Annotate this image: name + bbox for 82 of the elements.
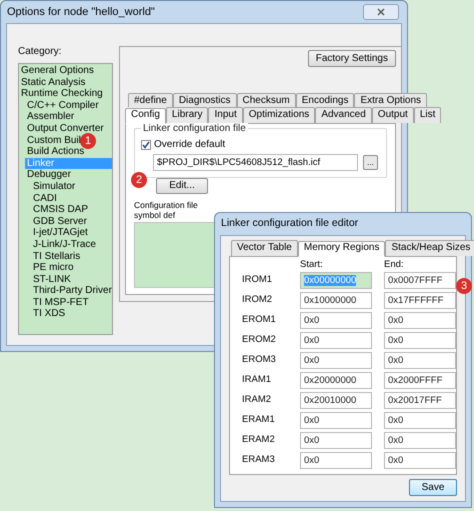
end-field[interactable]: 0x0007FFFF	[384, 272, 456, 288]
category-item[interactable]: PE micro	[31, 262, 76, 274]
start-field[interactable]: 0x0	[300, 352, 372, 368]
tab[interactable]: Optimizations	[242, 107, 316, 123]
checkbox-label: Override default	[154, 139, 226, 151]
category-item[interactable]: Runtime Checking	[19, 88, 105, 100]
category-item[interactable]: Custom Buil	[25, 134, 83, 146]
category-item[interactable]: CMSIS DAP	[31, 204, 90, 216]
column-header: Start:	[300, 259, 324, 270]
category-item[interactable]: J-Link/J-Trace	[31, 238, 98, 250]
tab[interactable]: Config	[125, 108, 166, 124]
end-field[interactable]: 0x17FFFFFF	[384, 292, 456, 308]
end-field[interactable]: 0x2000FFFF	[384, 372, 456, 388]
end-field[interactable]: 0x0	[384, 432, 456, 448]
category-item[interactable]: I-jet/JTAGjet	[31, 227, 90, 239]
tab[interactable]: Vector Table	[231, 240, 298, 256]
column-header: End:	[384, 259, 404, 270]
close-icon	[377, 8, 385, 16]
category-item[interactable]: Simulator	[31, 180, 78, 193]
region-label: EROM2	[242, 332, 277, 347]
category-label: Category:	[18, 46, 62, 58]
end-field[interactable]: 0x0	[384, 352, 456, 368]
start-field[interactable]: 0x0	[300, 312, 372, 328]
start-field[interactable]: 0x10000000	[300, 292, 372, 308]
tab[interactable]: Diagnostics	[172, 93, 237, 107]
close-button[interactable]	[363, 4, 399, 20]
category-item[interactable]: Static Analysis	[19, 76, 88, 88]
category-item[interactable]: Build Actions	[25, 146, 86, 158]
factory-settings-button[interactable]: Factory Settings	[308, 50, 396, 67]
end-field[interactable]: 0x20017FFF	[384, 392, 456, 408]
start-field[interactable]: 0x0	[300, 332, 372, 348]
category-item[interactable]: CADI	[31, 192, 59, 204]
tab[interactable]: Advanced	[315, 107, 372, 123]
tab[interactable]: Checksum	[236, 93, 296, 107]
tab[interactable]: List	[414, 107, 442, 123]
category-item[interactable]: Debugger	[25, 169, 73, 181]
tab[interactable]: Input	[208, 107, 243, 123]
tab[interactable]: Stack/Heap Sizes	[385, 240, 474, 256]
group-title: Linker configuration file	[141, 123, 248, 135]
start-field[interactable]: 0x0	[300, 452, 372, 468]
tab[interactable]: Extra Options	[354, 93, 428, 107]
category-item[interactable]: Third-Party Driver	[31, 285, 114, 297]
tab[interactable]: #define	[128, 93, 173, 107]
browse-button[interactable]: ...	[363, 155, 378, 170]
override-checkbox[interactable]	[141, 140, 151, 150]
end-field[interactable]: 0x0	[384, 332, 456, 348]
region-label: ERAM1	[242, 412, 276, 427]
start-field[interactable]: 0x0	[300, 412, 372, 428]
edit-button[interactable]: Edit...	[156, 178, 208, 194]
start-field[interactable]: 0x0	[300, 432, 372, 448]
category-item[interactable]: TI MSP-FET	[31, 296, 91, 308]
region-label: ERAM3	[242, 452, 276, 467]
window-title: Linker configuration file editor	[221, 216, 358, 232]
category-item[interactable]: Output Converter	[25, 122, 106, 135]
start-field[interactable]: 0x20010000	[300, 392, 372, 408]
category-item[interactable]: ST-LINK	[31, 274, 73, 286]
symbol-definitions-label: Configuration file symbol def	[134, 200, 199, 220]
region-label: IRAM1	[242, 372, 272, 387]
region-label: EROM3	[242, 352, 277, 367]
category-item[interactable]: C/C++ Compiler	[25, 100, 101, 112]
start-field[interactable]: 0x20000000	[300, 372, 372, 388]
tab[interactable]: Output	[372, 107, 414, 123]
category-item[interactable]: TI XDS	[31, 308, 68, 320]
category-item[interactable]: GDB Server	[31, 216, 89, 228]
category-item[interactable]: TI Stellaris	[31, 250, 82, 262]
category-item[interactable]: Assembler	[25, 111, 76, 123]
path-field[interactable]: $PROJ_DIR$\LPC54608J512_flash.icf	[153, 154, 358, 171]
save-button[interactable]: Save	[409, 479, 457, 496]
tab[interactable]: Encodings	[296, 93, 354, 107]
region-label: EROM1	[242, 312, 277, 327]
tab[interactable]: Library	[166, 107, 208, 123]
region-label: ERAM2	[242, 432, 276, 447]
end-field[interactable]: 0x0	[384, 412, 456, 428]
region-label: IROM2	[242, 292, 274, 307]
region-label: IROM1	[242, 272, 274, 287]
end-field[interactable]: 0x0	[384, 452, 456, 468]
category-item[interactable]: General Options	[19, 65, 96, 77]
window-title: Options for node "hello_world"	[7, 4, 155, 20]
tab[interactable]: Memory Regions	[298, 241, 386, 257]
region-label: IRAM2	[242, 392, 272, 407]
end-field[interactable]: 0x0	[384, 312, 456, 328]
check-icon	[142, 141, 150, 149]
